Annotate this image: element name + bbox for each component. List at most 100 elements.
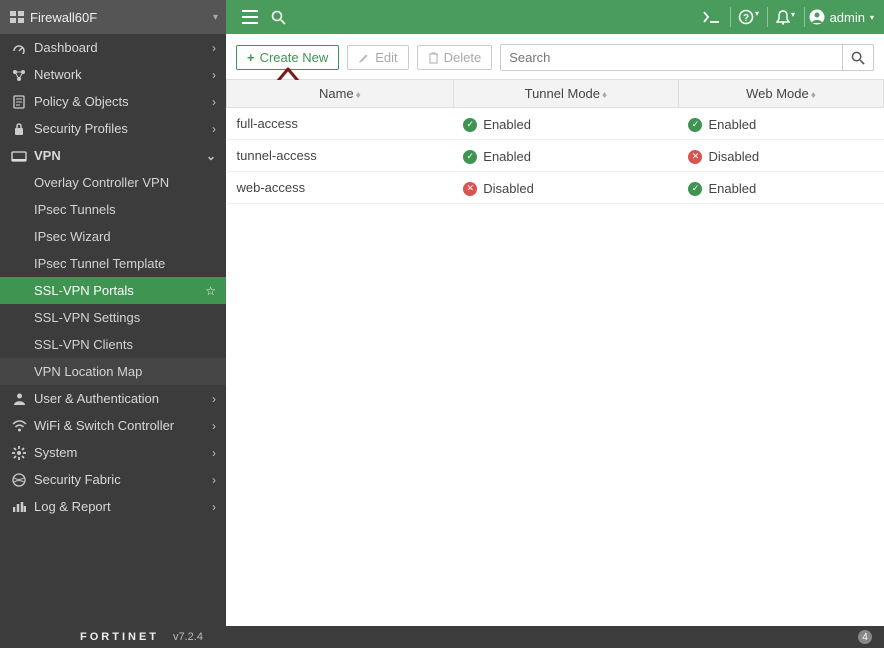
status-enabled: ✓Enabled <box>463 149 531 164</box>
sidebar-item-label: WiFi & Switch Controller <box>34 418 174 433</box>
user-icon <box>809 9 825 25</box>
status-disabled: ✕Disabled <box>688 149 759 164</box>
sidebar-subitem-ssl-vpn-settings[interactable]: SSL-VPN Settings <box>0 304 226 331</box>
cell-name: tunnel-access <box>227 140 454 172</box>
delete-button[interactable]: Delete <box>417 45 493 70</box>
col-name[interactable]: Name♦ <box>227 80 454 108</box>
sidebar-item-label: User & Authentication <box>34 391 159 406</box>
menu-toggle-icon[interactable] <box>236 10 264 24</box>
x-icon: ✕ <box>463 182 477 196</box>
table-row[interactable]: full-access✓Enabled✓Enabled <box>227 108 884 140</box>
cell-web-mode: ✓Enabled <box>678 172 883 204</box>
sidebar-subitem-label: SSL-VPN Settings <box>34 310 140 325</box>
sidebar-item-label: Security Fabric <box>34 472 121 487</box>
notifications-icon[interactable]: ▾ <box>772 10 800 25</box>
sidebar-subitem-ssl-vpn-clients[interactable]: SSL-VPN Clients <box>0 331 226 358</box>
sidebar-item-label: Log & Report <box>34 499 111 514</box>
search-button[interactable] <box>842 44 874 71</box>
status-enabled: ✓Enabled <box>688 181 756 196</box>
sidebar-item-security-profiles[interactable]: Security Profiles › <box>0 115 226 142</box>
sidebar-item-wifi-switch-controller[interactable]: WiFi & Switch Controller› <box>0 412 226 439</box>
admin-label: admin <box>830 10 865 25</box>
sidebar-item-policy-objects[interactable]: Policy & Objects › <box>0 88 226 115</box>
cli-icon[interactable] <box>698 11 726 23</box>
portals-table: Name♦ Tunnel Mode♦ Web Mode♦ full-access… <box>226 79 884 204</box>
sidebar-subitem-ssl-vpn-portals[interactable]: SSL-VPN Portals☆ <box>0 277 226 304</box>
col-tunnel-mode[interactable]: Tunnel Mode♦ <box>453 80 678 108</box>
cell-tunnel-mode: ✓Enabled <box>453 140 678 172</box>
chevron-right-icon: › <box>212 95 216 109</box>
gear-icon <box>10 446 28 460</box>
check-icon: ✓ <box>463 150 477 164</box>
check-icon: ✓ <box>463 118 477 132</box>
chevron-right-icon: › <box>212 392 216 406</box>
sidebar-subitem-label: VPN Location Map <box>34 364 142 379</box>
toolbar: + Create New Edit Delete <box>226 34 884 79</box>
edit-button[interactable]: Edit <box>347 45 408 70</box>
cell-tunnel-mode: ✓Enabled <box>453 108 678 140</box>
pencil-icon <box>358 52 370 64</box>
star-icon[interactable]: ☆ <box>205 284 216 298</box>
sort-icon: ♦ <box>602 90 607 101</box>
version-label: v7.2.4 <box>173 631 203 643</box>
sidebar-subitem-vpn-location-map[interactable]: VPN Location Map <box>0 358 226 385</box>
sidebar-item-log-report[interactable]: Log & Report › <box>0 493 226 520</box>
user-menu[interactable]: admin ▾ <box>809 9 874 25</box>
check-icon: ✓ <box>688 118 702 132</box>
sidebar-item-system[interactable]: System › <box>0 439 226 466</box>
sidebar-subitem-ipsec-tunnels[interactable]: IPsec Tunnels <box>0 196 226 223</box>
chevron-right-icon: › <box>212 500 216 514</box>
x-icon: ✕ <box>688 150 702 164</box>
status-enabled: ✓Enabled <box>688 117 756 132</box>
device-selector[interactable]: Firewall60F ▾ <box>0 0 226 34</box>
sidebar-subitem-label: Overlay Controller VPN <box>34 175 169 190</box>
chevron-right-icon: › <box>212 68 216 82</box>
topbar: ? ▾ ▾ admin ▾ <box>226 0 884 34</box>
sidebar-item-user-authentication[interactable]: User & Authentication › <box>0 385 226 412</box>
svg-text:?: ? <box>743 13 749 24</box>
chevron-right-icon: › <box>212 122 216 136</box>
sort-icon: ♦ <box>356 90 361 101</box>
cell-name: web-access <box>227 172 454 204</box>
fabric-icon <box>10 473 28 487</box>
main-area: ? ▾ ▾ admin ▾ + Create New <box>226 0 884 626</box>
trash-icon <box>428 52 439 64</box>
sidebar-subitem-label: IPsec Tunnels <box>34 202 116 217</box>
search-input[interactable] <box>500 44 842 71</box>
sidebar-item-label: Policy & Objects <box>34 94 129 109</box>
sidebar-subitem-label: IPsec Wizard <box>34 229 111 244</box>
sidebar-item-label: Security Profiles <box>34 121 128 136</box>
network-icon <box>10 69 28 81</box>
check-icon: ✓ <box>688 182 702 196</box>
sort-icon: ♦ <box>811 90 816 101</box>
cell-name: full-access <box>227 108 454 140</box>
sidebar-nav: Dashboard›Network›Policy & Objects›Secur… <box>0 34 226 626</box>
help-icon[interactable]: ? ▾ <box>735 9 763 25</box>
sidebar-subitem-overlay-controller-vpn[interactable]: Overlay Controller VPN <box>0 169 226 196</box>
search-icon[interactable] <box>264 10 292 25</box>
chevron-right-icon: › <box>212 446 216 460</box>
caret-down-icon: ▾ <box>213 12 218 23</box>
sidebar-subitem-label: IPsec Tunnel Template <box>34 256 165 271</box>
sidebar-subitem-ipsec-tunnel-template[interactable]: IPsec Tunnel Template <box>0 250 226 277</box>
chevron-right-icon: › <box>212 41 216 55</box>
footer: FORTINET v7.2.4 4 <box>0 626 884 648</box>
cell-tunnel-mode: ✕Disabled <box>453 172 678 204</box>
chevron-down-icon: ⌄ <box>206 149 216 163</box>
sidebar-subitem-label: SSL-VPN Clients <box>34 337 133 352</box>
cell-web-mode: ✓Enabled <box>678 108 883 140</box>
col-web-mode[interactable]: Web Mode♦ <box>678 80 883 108</box>
device-name: Firewall60F <box>30 10 97 25</box>
sidebar-item-label: System <box>34 445 77 460</box>
sidebar-item-dashboard[interactable]: Dashboard› <box>0 34 226 61</box>
sidebar-item-network[interactable]: Network › <box>0 61 226 88</box>
sidebar-subitem-ipsec-wizard[interactable]: IPsec Wizard <box>0 223 226 250</box>
sidebar-item-security-fabric[interactable]: Security Fabric› <box>0 466 226 493</box>
sidebar-item-vpn[interactable]: VPN⌄ <box>0 142 226 169</box>
footer-count-badge[interactable]: 4 <box>858 630 872 644</box>
table-row[interactable]: web-access✕Disabled ✓Enabled <box>227 172 884 204</box>
create-new-button[interactable]: + Create New <box>236 45 339 70</box>
sidebar-item-label: Network <box>34 67 82 82</box>
table-row[interactable]: tunnel-access ✓Enabled ✕Disabled <box>227 140 884 172</box>
sidebar: Firewall60F ▾ Dashboard›Network›Policy &… <box>0 0 226 626</box>
